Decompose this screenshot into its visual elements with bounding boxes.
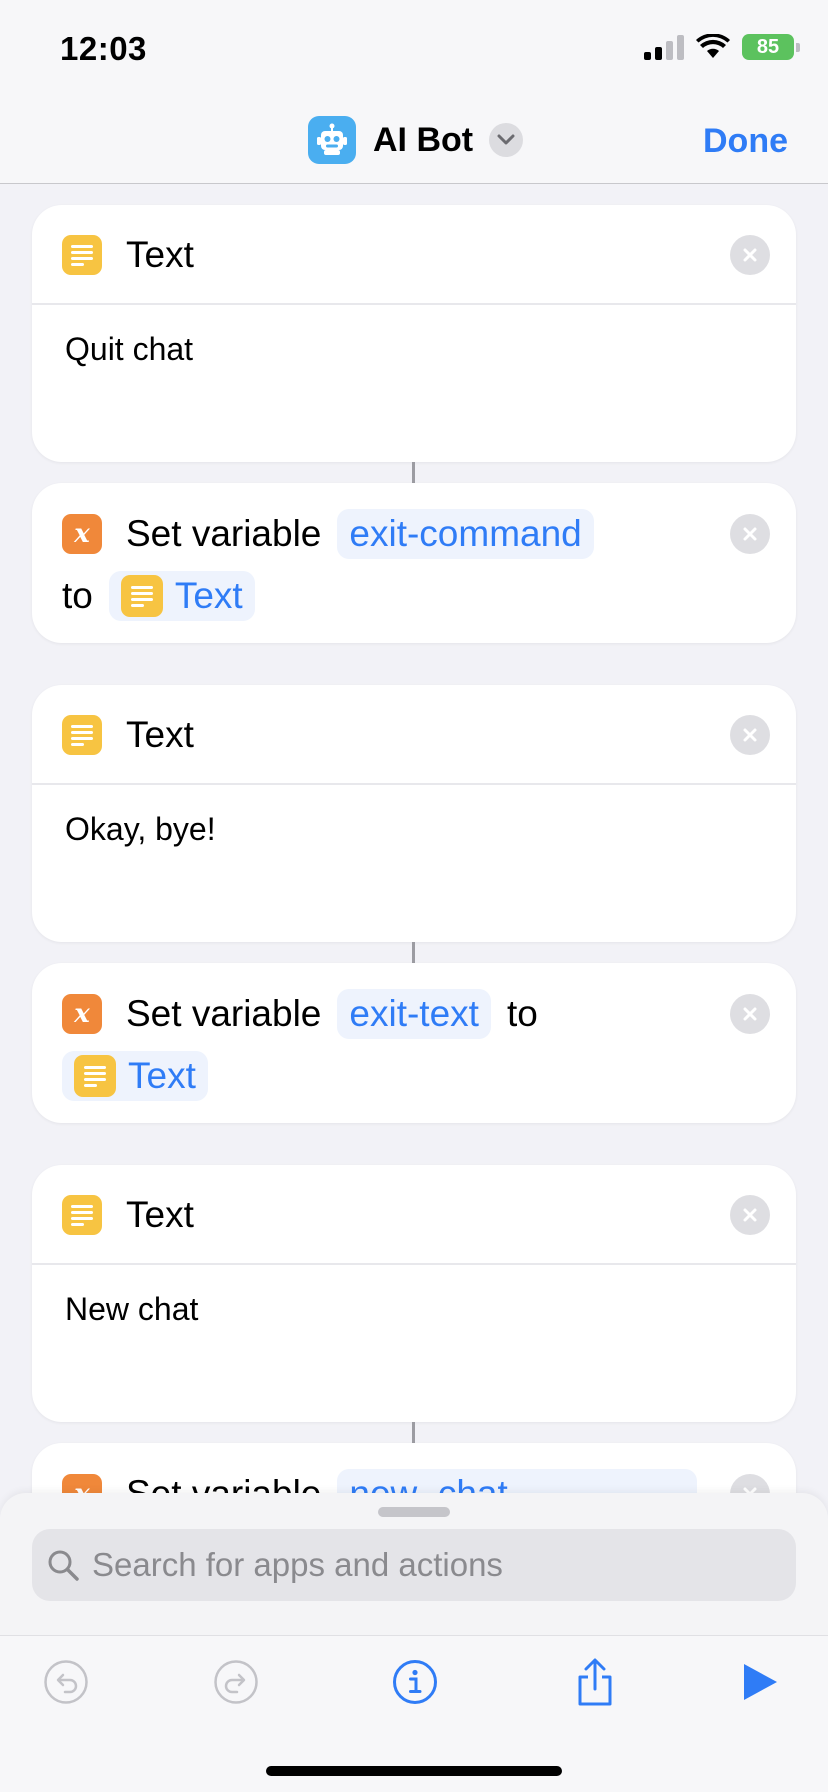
bottom-toolbar	[0, 1635, 828, 1792]
battery-level: 85	[756, 35, 780, 58]
action-label: Set variable	[126, 993, 322, 1034]
variable-value-label: Text	[128, 1055, 196, 1096]
set-variable-value-line: to Text	[32, 565, 796, 627]
card-title: Text	[126, 234, 194, 275]
set-variable-action-card[interactable]: x Set variable exit-command to Text	[32, 483, 796, 643]
variable-value-pill[interactable]: Text	[108, 571, 255, 621]
to-label: to	[506, 993, 538, 1034]
text-content-field[interactable]: Quit chat	[32, 305, 796, 368]
wifi-icon	[696, 34, 730, 58]
done-button[interactable]: Done	[703, 122, 788, 161]
to-label: to	[62, 575, 93, 616]
share-button[interactable]	[571, 1658, 619, 1706]
play-icon	[744, 1664, 777, 1700]
status-icons: 85	[644, 34, 800, 60]
variable-icon: x	[62, 514, 102, 554]
card-title: Text	[126, 1194, 194, 1235]
action-label: Set variable	[126, 513, 322, 554]
text-action-icon	[62, 715, 102, 755]
card-title: Text	[126, 714, 194, 755]
redo-button[interactable]	[212, 1658, 260, 1706]
chevron-down-icon[interactable]	[489, 123, 524, 157]
variable-value-label: Text	[174, 575, 243, 616]
action-connector	[412, 462, 415, 483]
shortcut-title: AI Bot	[373, 120, 474, 159]
set-variable-action-card[interactable]: x Set variable exit-text to Text	[32, 963, 796, 1123]
home-indicator	[266, 1766, 562, 1776]
remove-action-icon[interactable]	[730, 1195, 770, 1235]
remove-action-icon[interactable]	[730, 715, 770, 755]
undo-button[interactable]	[42, 1658, 90, 1706]
shortcut-title-menu[interactable]: AI Bot	[308, 116, 524, 164]
info-button[interactable]	[391, 1658, 439, 1706]
remove-action-icon[interactable]	[730, 514, 770, 554]
text-action-card[interactable]: Text Okay, bye!	[32, 685, 796, 942]
text-action-icon	[62, 235, 102, 275]
text-action-card[interactable]: Text Quit chat	[32, 205, 796, 462]
undo-icon	[44, 1660, 88, 1704]
remove-action-icon[interactable]	[730, 994, 770, 1034]
divider	[32, 783, 796, 785]
set-variable-line: x Set variable exit-command	[32, 503, 796, 565]
redo-icon	[214, 1660, 258, 1704]
action-search-sheet: Search for apps and actions	[0, 1493, 828, 1635]
search-icon	[48, 1550, 79, 1581]
card-header: Text	[32, 685, 796, 785]
signal-icon	[644, 34, 684, 60]
status-bar: 12:03 85	[0, 0, 828, 100]
run-button[interactable]	[736, 1658, 784, 1706]
action-connector	[412, 1422, 415, 1443]
card-header: Text	[32, 205, 796, 305]
set-variable-line: x Set variable exit-text to	[32, 983, 796, 1045]
variable-name-pill[interactable]: exit-text	[337, 989, 491, 1039]
divider	[32, 303, 796, 305]
search-input[interactable]: Search for apps and actions	[32, 1529, 796, 1601]
divider	[32, 1263, 796, 1265]
text-action-icon	[120, 575, 163, 617]
set-variable-value-line: Text	[32, 1045, 796, 1107]
text-content-field[interactable]: New chat	[32, 1265, 796, 1328]
text-action-icon	[62, 1195, 102, 1235]
variable-icon: x	[62, 994, 102, 1034]
search-placeholder: Search for apps and actions	[92, 1546, 503, 1583]
sheet-grabber[interactable]	[378, 1507, 450, 1517]
info-icon	[393, 1660, 437, 1704]
action-connector	[412, 942, 415, 963]
nav-header: AI Bot Done	[0, 100, 828, 184]
text-content-field[interactable]: Okay, bye!	[32, 785, 796, 848]
remove-action-icon[interactable]	[730, 235, 770, 275]
battery-icon: 85	[742, 34, 800, 60]
variable-value-pill[interactable]: Text	[62, 1051, 208, 1101]
status-time: 12:03	[60, 30, 147, 67]
variable-name-pill[interactable]: exit-command	[337, 509, 594, 559]
share-icon	[578, 1658, 612, 1706]
text-action-icon	[74, 1055, 116, 1097]
card-header: Text	[32, 1165, 796, 1265]
text-action-card[interactable]: Text New chat	[32, 1165, 796, 1422]
robot-icon	[308, 116, 356, 164]
